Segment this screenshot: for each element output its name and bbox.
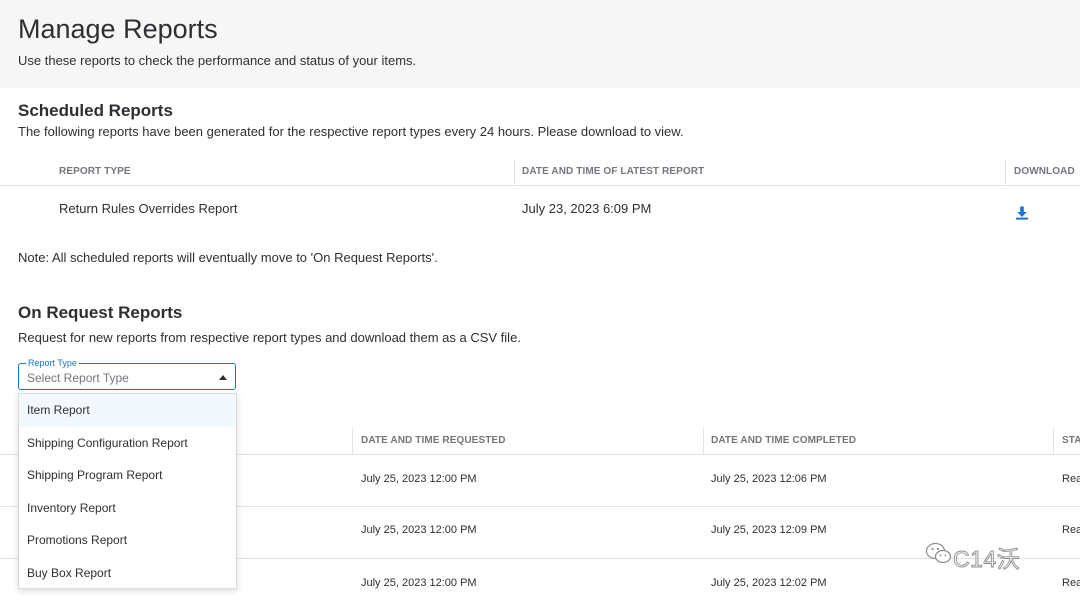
status-cell: Rea: [1062, 524, 1080, 536]
dropdown-option-promotions-report[interactable]: Promotions Report: [19, 524, 236, 557]
caret-up-icon: [219, 375, 227, 380]
date-requested-cell: July 25, 2023 12:00 PM: [361, 524, 477, 536]
report-type-cell: Return Rules Overrides Report: [59, 201, 238, 216]
column-divider: [703, 428, 704, 454]
column-divider: [1053, 428, 1054, 454]
download-icon: [1016, 206, 1028, 220]
status-cell: Rea: [1062, 577, 1080, 589]
date-requested-cell: July 25, 2023 12:00 PM: [361, 473, 477, 485]
on-request-reports-description: Request for new reports from respective …: [18, 330, 521, 345]
date-completed-cell: July 25, 2023 12:09 PM: [711, 524, 827, 536]
download-button[interactable]: [1014, 205, 1030, 221]
date-completed-cell: July 25, 2023 12:06 PM: [711, 473, 827, 485]
scheduled-reports-note: Note: All scheduled reports will eventua…: [18, 250, 438, 265]
report-type-label: Report Type: [26, 358, 79, 368]
wechat-icon: [925, 542, 952, 564]
column-header-report-type: REPORT TYPE: [59, 166, 131, 177]
watermark: C14沃: [925, 539, 1050, 572]
column-header-date-completed: DATE AND TIME COMPLETED: [711, 435, 857, 446]
status-cell: Rea: [1062, 473, 1080, 485]
column-divider: [1005, 160, 1006, 185]
column-header-download: DOWNLOAD: [1014, 166, 1075, 177]
column-header-status: STAT: [1062, 435, 1080, 446]
column-divider: [514, 160, 515, 185]
table-header-divider: [0, 185, 1080, 186]
report-type-dropdown-menu: Item Report Shipping Configuration Repor…: [18, 393, 237, 589]
report-type-placeholder: Select Report Type: [27, 371, 129, 385]
dropdown-option-shipping-program-report[interactable]: Shipping Program Report: [19, 459, 236, 492]
dropdown-option-buy-box-report[interactable]: Buy Box Report: [19, 557, 236, 590]
watermark-text: C14沃: [953, 546, 1021, 573]
dropdown-option-shipping-configuration-report[interactable]: Shipping Configuration Report: [19, 427, 236, 460]
page-title: Manage Reports: [18, 14, 218, 44]
dropdown-option-item-report[interactable]: Item Report: [19, 394, 236, 427]
date-requested-cell: July 25, 2023 12:00 PM: [361, 577, 477, 589]
scheduled-reports-title: Scheduled Reports: [18, 101, 173, 120]
report-type-select[interactable]: Report Type Select Report Type: [18, 358, 236, 390]
column-divider: [352, 428, 353, 454]
scheduled-reports-description: The following reports have been generate…: [18, 124, 684, 139]
date-completed-cell: July 25, 2023 12:02 PM: [711, 577, 827, 589]
latest-report-cell: July 23, 2023 6:09 PM: [522, 201, 652, 216]
column-header-date-requested: DATE AND TIME REQUESTED: [361, 435, 506, 446]
page-subtitle: Use these reports to check the performan…: [18, 53, 417, 68]
column-header-latest-report: DATE AND TIME OF LATEST REPORT: [522, 166, 705, 177]
dropdown-option-inventory-report[interactable]: Inventory Report: [19, 492, 236, 525]
on-request-reports-title: On Request Reports: [18, 303, 183, 322]
